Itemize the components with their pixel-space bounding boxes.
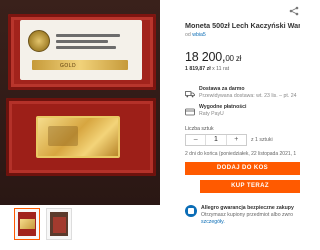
installment-info: 1 819,87 zł x 11 rat: [185, 66, 230, 72]
thumbnail-1[interactable]: [14, 208, 40, 240]
guarantee-title: Allegro gwarancja bezpieczne zakupy: [201, 205, 294, 211]
product-main-image[interactable]: GOLD: [0, 0, 160, 205]
guarantee-text: Otrzymasz kupiony przedmiot albo zwro: [201, 212, 293, 218]
quantity-stepper[interactable]: – 1 +: [185, 134, 247, 146]
auction-deadline: 2 dni do końca (poniedziałek, 22 listopa…: [185, 151, 297, 157]
certificate-text-line: [56, 40, 108, 43]
buyer-protection: Allegro gwarancja bezpieczne zakupy Otrz…: [185, 205, 294, 226]
quantity-available: z 1 sztuki: [251, 137, 273, 143]
delivery-info: Dostawa za darmo Przewidywana dostawa: w…: [185, 86, 296, 100]
gold-coin: [36, 116, 120, 158]
certificate-text-line: [56, 34, 120, 37]
certificate-gold-label: GOLD: [60, 63, 77, 69]
box-tray: [6, 98, 156, 176]
box-lid: GOLD: [8, 14, 156, 90]
product-price: 18 200,00 zł: [185, 50, 242, 64]
seller-link[interactable]: wbia5: [192, 32, 206, 38]
certificate-card: GOLD: [20, 20, 142, 80]
delivery-title: Dostawa za darmo: [199, 86, 245, 92]
certificate-text-line: [56, 46, 116, 49]
share-icon[interactable]: [289, 6, 299, 16]
delivery-subtitle: Przewidywana dostawa: wt. 23 lis. – pt. …: [199, 93, 297, 99]
shield-icon: [185, 205, 197, 217]
decrement-button[interactable]: –: [186, 135, 205, 145]
card-icon: [185, 104, 195, 116]
payment-info: Wygodne płatności Raty PayU: [185, 104, 246, 118]
buy-now-button[interactable]: KUP TERAZ: [200, 180, 300, 193]
payment-title: Wygodne płatności: [199, 104, 247, 110]
truck-icon: [185, 86, 195, 98]
increment-button[interactable]: +: [227, 135, 246, 145]
thumbnail-2[interactable]: [46, 208, 72, 240]
gold-strip: [32, 60, 128, 70]
payment-subtitle: Raty PayU: [199, 111, 224, 117]
guarantee-details-link[interactable]: szczegóły.: [201, 219, 225, 225]
thumbnail-strip: [14, 208, 72, 240]
add-to-cart-button[interactable]: DODAJ DO KOS: [185, 162, 300, 175]
medal-seal: [28, 30, 50, 52]
seller-line: od wbia5: [185, 32, 206, 38]
quantity-label: Liczba sztuk: [185, 126, 214, 132]
product-title: Moneta 500zł Lech Kaczyński Warto b: [185, 21, 300, 30]
quantity-input[interactable]: 1: [205, 135, 227, 145]
